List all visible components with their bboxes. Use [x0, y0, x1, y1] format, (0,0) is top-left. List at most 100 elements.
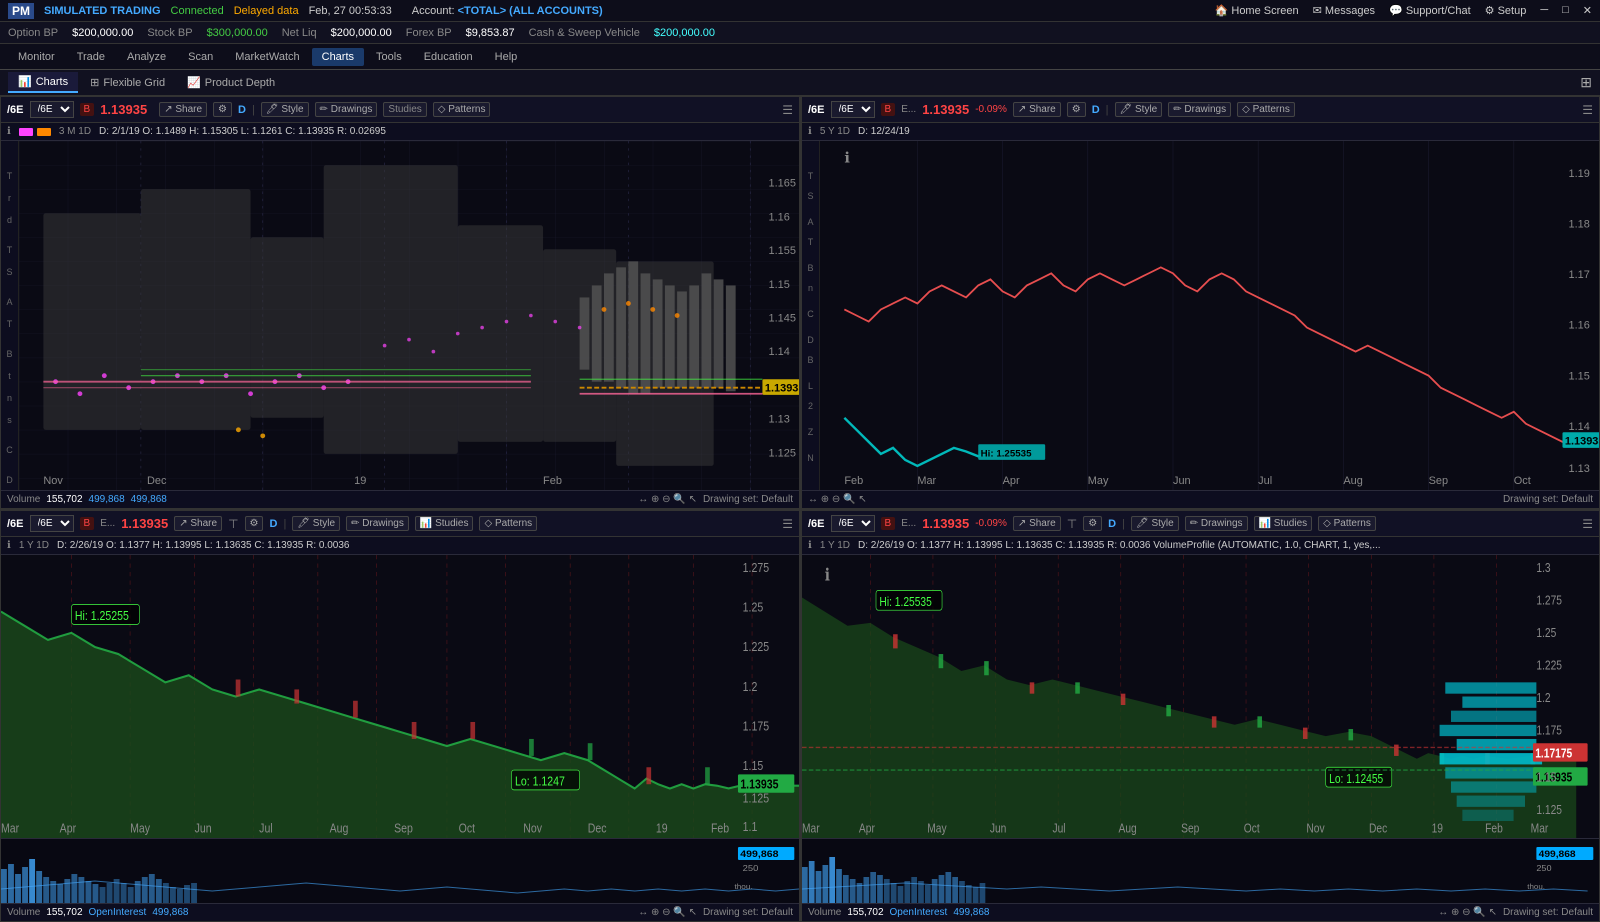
nav-education[interactable]: Education — [414, 48, 483, 66]
drawings-btn-bl[interactable]: ✏ Drawings — [346, 516, 409, 531]
patterns-btn-tl[interactable]: ◇ Patterns — [433, 102, 491, 117]
settings-btn-tr[interactable]: ⚙ — [1067, 102, 1086, 117]
account-label: Account: <TOTAL> (ALL ACCOUNTS) — [412, 5, 603, 17]
svg-text:Mar: Mar — [802, 822, 820, 835]
patterns-btn-bl[interactable]: ◇ Patterns — [479, 516, 537, 531]
sell-btn-tl[interactable]: B — [80, 103, 95, 116]
svg-text:Aug: Aug — [1119, 822, 1137, 835]
chart-body-tl[interactable]: Trd TS AT Btns C DB L2 Z N — [1, 141, 799, 490]
net-liq-value: $200,000.00 — [331, 27, 392, 39]
zoom-controls-tr[interactable]: ↔ ⊕ ⊖ 🔍 ↖ — [808, 494, 867, 505]
zoom-controls-tl[interactable]: ↔ ⊕ ⊖ 🔍 ↖ — [638, 494, 697, 505]
nav-help[interactable]: Help — [485, 48, 528, 66]
sell-btn-br[interactable]: B — [881, 517, 896, 530]
nav-charts[interactable]: Charts — [312, 48, 364, 66]
svg-text:1.2: 1.2 — [743, 680, 758, 694]
maximize-btn[interactable]: □ — [1562, 4, 1569, 17]
ohlc-br: D: 2/26/19 O: 1.1377 H: 1.13995 L: 1.136… — [858, 540, 1381, 551]
menu-btn-tr[interactable]: ☰ — [1582, 103, 1593, 117]
svg-text:May: May — [1088, 475, 1109, 487]
chart-panel-tr: /6E /6E B E... 1.13935 -0.09% ↗ Share ⚙ … — [800, 96, 1600, 509]
period-tl[interactable]: D — [238, 104, 246, 116]
messages-link[interactable]: ✉ Messages — [1313, 4, 1375, 17]
sell-btn-bl[interactable]: B — [80, 517, 95, 530]
symbol-dropdown-bl[interactable]: /6E — [30, 515, 74, 532]
svg-text:1.15: 1.15 — [1569, 370, 1590, 382]
chart-bottom-br: Volume 155,702 OpenInterest 499,868 ↔ ⊕ … — [802, 903, 1599, 921]
style-btn-br[interactable]: 🖊 Style — [1131, 516, 1179, 531]
drawings-btn-tr[interactable]: ✏ Drawings — [1168, 102, 1231, 117]
menu-btn-br[interactable]: ☰ — [1582, 517, 1593, 531]
menu-btn-bl[interactable]: ☰ — [782, 517, 793, 531]
settings-btn-tl[interactable]: ⚙ — [213, 102, 232, 117]
svg-text:1.125: 1.125 — [743, 792, 770, 806]
patterns-btn-br[interactable]: ◇ Patterns — [1318, 516, 1376, 531]
nav-scan[interactable]: Scan — [178, 48, 223, 66]
sell-btn-tr[interactable]: B — [881, 103, 896, 116]
svg-text:1.175: 1.175 — [743, 720, 770, 734]
grid-layout-btn[interactable]: ⊞ — [1580, 74, 1592, 91]
volume-svg-br: 499,868 250 thou. — [802, 839, 1599, 903]
svg-text:1.145: 1.145 — [769, 313, 796, 325]
share-btn-br[interactable]: ↗ Share — [1013, 516, 1061, 531]
e-label-tr: E... — [901, 104, 916, 115]
share-btn-tl[interactable]: ↗ Share — [159, 102, 207, 117]
chart-panel-bl: /6E /6E B E... 1.13935 ↗ Share ⊤ ⚙ D | 🖊… — [0, 509, 800, 922]
studies-btn-bl[interactable]: 📊 Studies — [415, 516, 474, 531]
setup-link[interactable]: ⚙ Setup — [1485, 4, 1527, 17]
symbol-dropdown-tl[interactable]: /6E — [30, 101, 74, 118]
info-icon-br: ℹ — [808, 540, 812, 551]
chart-bottom-bl: Volume 155,702 OpenInterest 499,868 ↔ ⊕ … — [1, 903, 799, 921]
menu-btn-tl[interactable]: ☰ — [782, 103, 793, 117]
zoom-controls-bl[interactable]: ↔ ⊕ ⊖ 🔍 ↖ — [638, 907, 697, 918]
style-btn-tr[interactable]: 🖊 Style — [1115, 102, 1163, 117]
studies-icon-br[interactable]: ⊤ — [1067, 517, 1077, 531]
patterns-btn-tr[interactable]: ◇ Patterns — [1237, 102, 1295, 117]
style-btn-tl[interactable]: 🖊 Style — [261, 102, 309, 117]
symbol-dropdown-tr[interactable]: /6E — [831, 101, 875, 118]
settings-btn-br[interactable]: ⚙ — [1083, 516, 1102, 531]
nav-analyze[interactable]: Analyze — [117, 48, 176, 66]
studies-icon-bl[interactable]: ⊤ — [228, 517, 238, 531]
symbol-dropdown-br[interactable]: /6E — [831, 515, 875, 532]
svg-text:1.18: 1.18 — [1569, 219, 1590, 231]
share-btn-bl[interactable]: ↗ Share — [174, 516, 222, 531]
nav-bar: Monitor Trade Analyze Scan MarketWatch C… — [0, 44, 1600, 70]
minimize-btn[interactable]: ─ — [1540, 4, 1548, 17]
share-btn-tr[interactable]: ↗ Share — [1013, 102, 1061, 117]
price-bl: 1.13935 — [121, 516, 168, 531]
subnav-charts[interactable]: 📊 Charts — [8, 72, 78, 93]
chart-header-bl: /6E /6E B E... 1.13935 ↗ Share ⊤ ⚙ D | 🖊… — [1, 511, 799, 537]
close-btn[interactable]: ✕ — [1583, 4, 1592, 17]
svg-text:thou.: thou. — [1527, 882, 1545, 890]
chart-area-tl[interactable]: 1.165 1.16 1.155 1.15 1.145 1.14 1.135 1… — [19, 141, 799, 490]
subnav-flexible-grid[interactable]: ⊞ Flexible Grid — [80, 73, 175, 92]
svg-text:1.25: 1.25 — [743, 601, 764, 615]
nav-marketwatch[interactable]: MarketWatch — [225, 48, 309, 66]
chart-body-tr[interactable]: TS AT Bn C DB L2 Z N — [802, 141, 1599, 490]
period-br[interactable]: D — [1108, 518, 1116, 530]
period-tr[interactable]: D — [1092, 104, 1100, 116]
chart-body-bl[interactable]: Hi: 1.25255 Lo: 1.1247 1.275 1.25 1.225 … — [1, 555, 799, 903]
nav-trade[interactable]: Trade — [67, 48, 115, 66]
home-screen-link[interactable]: 🏠 Home Screen — [1215, 4, 1299, 17]
style-btn-bl[interactable]: 🖊 Style — [292, 516, 340, 531]
oi-bl: 499,868 — [152, 907, 188, 918]
drawing-set-tl: Drawing set: Default — [703, 494, 793, 505]
nav-tools[interactable]: Tools — [366, 48, 412, 66]
drawings-btn-tl[interactable]: ✏ Drawings — [315, 102, 378, 117]
subnav-product-depth[interactable]: 📈 Product Depth — [177, 73, 285, 92]
drawings-btn-br[interactable]: ✏ Drawings — [1185, 516, 1248, 531]
nav-monitor[interactable]: Monitor — [8, 48, 65, 66]
studies-btn-br[interactable]: 📊 Studies — [1254, 516, 1313, 531]
chart-area-tr[interactable]: Hi: 1.25535 1.19 1.18 1.17 1.16 1.15 1.1… — [820, 141, 1599, 490]
studies-btn-tl[interactable]: Studies — [383, 102, 426, 117]
period-bl[interactable]: D — [269, 518, 277, 530]
settings-btn-bl[interactable]: ⚙ — [245, 516, 264, 531]
chart-body-br[interactable]: Hi: 1.25535 Lo: 1.12455 1.17175 1.13935 … — [802, 555, 1599, 903]
support-chat-link[interactable]: 💬 Support/Chat — [1389, 4, 1471, 17]
top-bar: PM SIMULATED TRADING Connected Delayed d… — [0, 0, 1600, 22]
svg-text:1.14: 1.14 — [1569, 421, 1590, 433]
zoom-controls-br[interactable]: ↔ ⊕ ⊖ 🔍 ↖ — [1438, 907, 1497, 918]
ohlc-tr: D: 12/24/19 — [858, 126, 910, 137]
